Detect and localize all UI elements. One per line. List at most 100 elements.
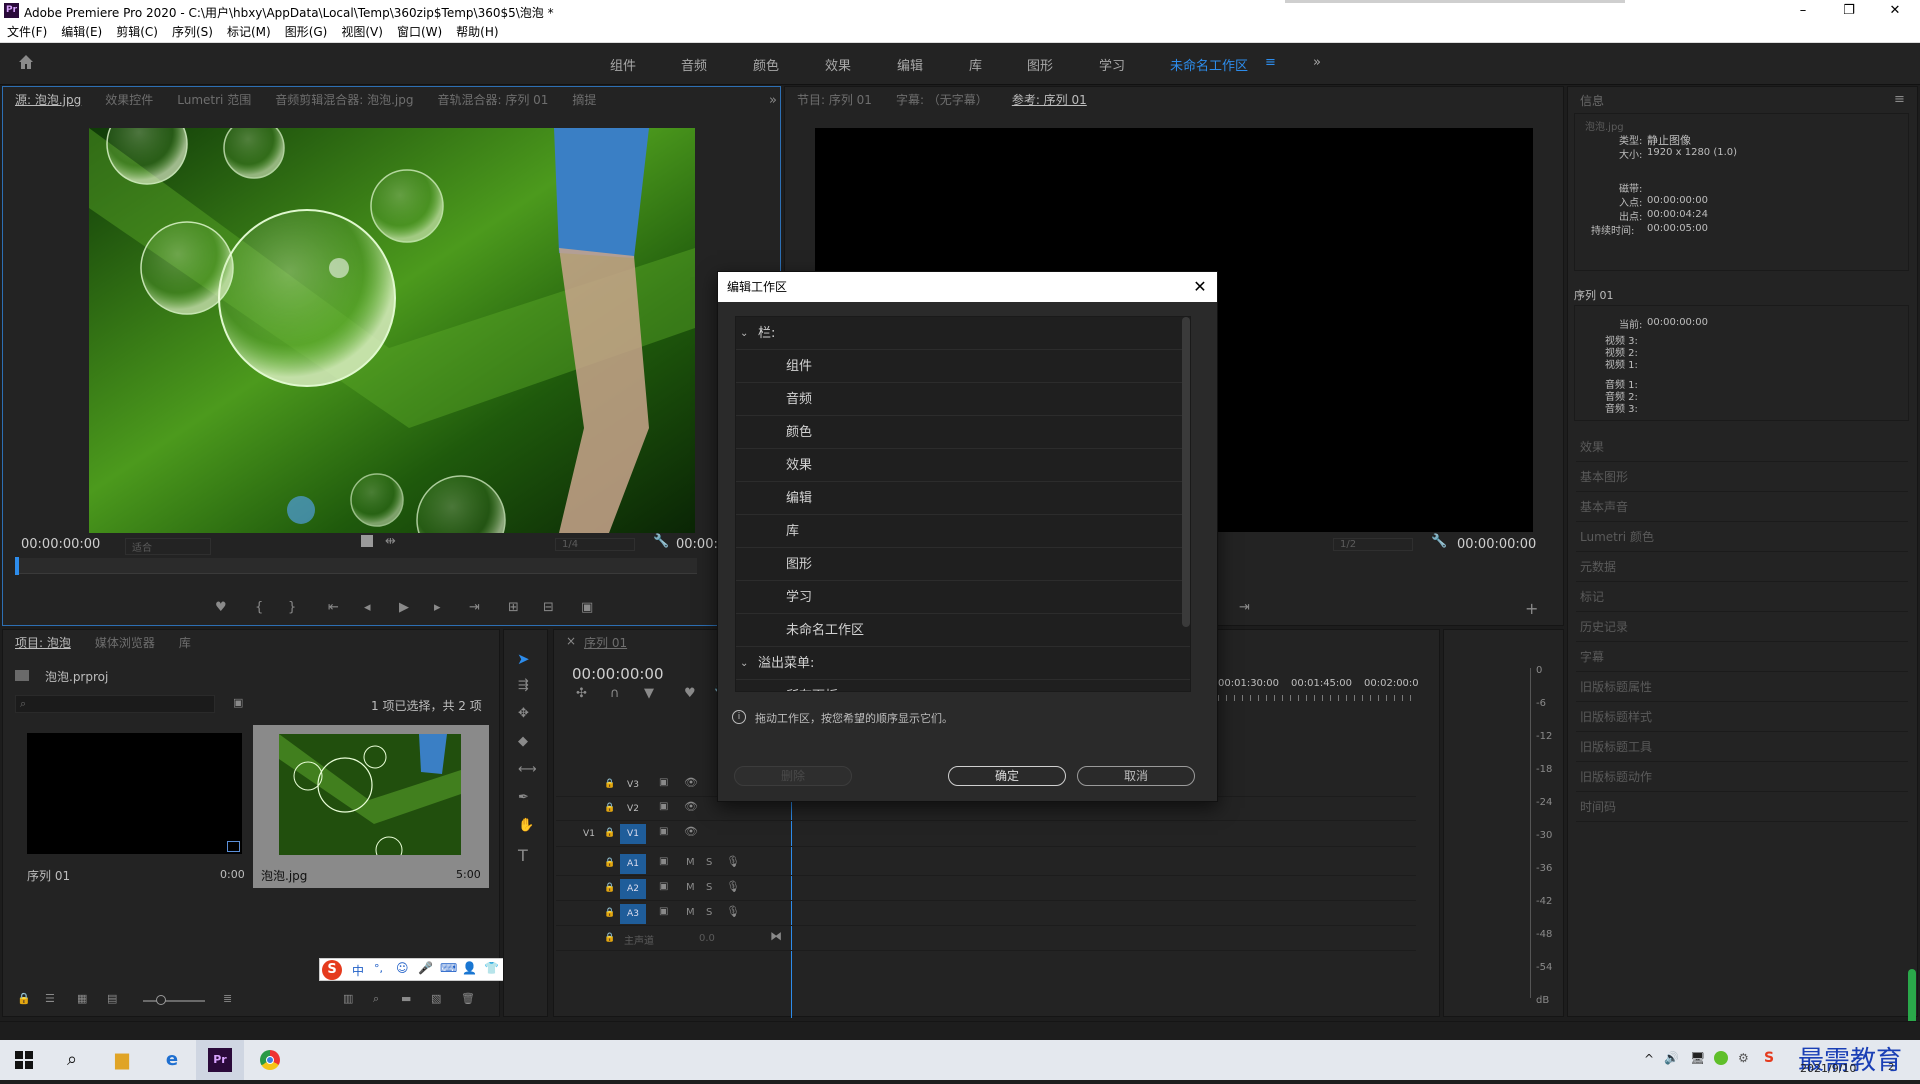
tab-media-browser[interactable]: 媒体浏览器 (95, 636, 155, 650)
workspace-list-item[interactable]: 所有面板 (736, 680, 1190, 691)
track-output-icon[interactable]: ▣ (659, 856, 668, 867)
scroll-indicator[interactable] (1908, 969, 1916, 1025)
workspace-list-item[interactable]: 颜色 (736, 416, 1190, 449)
lock-icon[interactable]: 🔒 (17, 992, 31, 1005)
settings-wrench-icon[interactable]: 🔧 (653, 534, 669, 549)
timeline-tab[interactable]: 序列 01 (584, 634, 627, 651)
workspace-tab-color[interactable]: 颜色 (753, 55, 779, 74)
project-search-input[interactable]: ⌕ (15, 695, 215, 713)
menu-sequence[interactable]: 序列(S) (165, 22, 220, 42)
track-lock-icon[interactable]: 🔒 (604, 803, 615, 813)
sort-icon[interactable]: ≣ (223, 992, 232, 1005)
linked-selection-icon[interactable]: ∩ (610, 686, 620, 701)
export-frame-icon[interactable]: ▣ (581, 600, 593, 615)
source-ratio-select[interactable]: 1/4 (555, 538, 635, 551)
info-menu-icon[interactable]: ≡ (1894, 92, 1905, 107)
tab-project[interactable]: 项目: 泡泡 (15, 636, 71, 650)
panel-captions[interactable]: 字幕 (1576, 642, 1908, 672)
ime-punctuation-icon[interactable]: °, (374, 962, 383, 975)
windows-start-icon[interactable] (0, 1040, 48, 1080)
timeline-close-icon[interactable]: × (566, 634, 576, 648)
panel-legacy-title-styles[interactable]: 旧版标题样式 (1576, 702, 1908, 732)
workspace-list-item[interactable]: 未命名工作区 (736, 614, 1190, 647)
workspace-list-item[interactable]: 库 (736, 515, 1190, 548)
premiere-taskbar-icon[interactable]: Pr (196, 1040, 244, 1080)
track-output-icon[interactable]: ▣ (659, 777, 668, 788)
panel-legacy-title-actions[interactable]: 旧版标题动作 (1576, 762, 1908, 792)
track-select-tool-icon[interactable]: ⇶ (518, 678, 529, 693)
workspace-tab-assembly[interactable]: 组件 (610, 55, 636, 74)
program-timecode[interactable]: 00:00:00:00 (1457, 537, 1536, 552)
eye-icon[interactable]: 👁 (684, 825, 698, 838)
panel-essential-sound[interactable]: 基本声音 (1576, 492, 1908, 522)
ime-emoji-icon[interactable]: ☺ (396, 961, 409, 975)
tab-reference[interactable]: 参考: 序列 01 (1012, 93, 1087, 107)
minimize-button[interactable]: – (1780, 0, 1826, 22)
step-back-icon[interactable]: ◂ (364, 600, 371, 615)
panel-legacy-title-properties[interactable]: 旧版标题属性 (1576, 672, 1908, 702)
delete-button[interactable]: 删除 (734, 766, 852, 786)
tab-source[interactable]: 源: 泡泡.jpg (15, 93, 81, 107)
cancel-button[interactable]: 取消 (1077, 766, 1195, 786)
insert-icon[interactable]: ⊞ (508, 600, 519, 615)
track-v1-label[interactable]: V1 (620, 824, 646, 844)
track-a3-label[interactable]: A3 (620, 904, 646, 924)
add-marker-icon[interactable]: ♥ (215, 600, 227, 615)
timeline-timecode[interactable]: 00:00:00:00 (572, 665, 664, 683)
new-bin-icon[interactable]: ▬ (401, 992, 411, 1005)
volume-icon[interactable]: 🔊 (1664, 1051, 1679, 1065)
menu-view[interactable]: 视图(V) (334, 22, 390, 42)
workspace-tab-untitled[interactable]: 未命名工作区 (1170, 55, 1248, 74)
menu-marker[interactable]: 标记(M) (220, 22, 278, 42)
source-time-ruler[interactable] (15, 558, 697, 574)
track-a2-label[interactable]: A2 (620, 879, 646, 899)
program-settings-wrench-icon[interactable]: 🔧 (1431, 534, 1447, 549)
ok-button[interactable]: 确定 (948, 766, 1066, 786)
workspace-list-item[interactable]: 效果 (736, 449, 1190, 482)
hand-tool-icon[interactable]: ✋ (518, 818, 534, 833)
workspace-overflow-icon[interactable]: » (1313, 55, 1321, 70)
microphone-icon[interactable]: 🎙 (726, 880, 740, 893)
ime-keyboard-icon[interactable]: ⌨ (440, 961, 457, 975)
eye-icon[interactable]: 👁 (684, 800, 698, 813)
go-to-end-icon[interactable]: ⧓ (770, 929, 782, 943)
panel-history[interactable]: 历史记录 (1576, 612, 1908, 642)
menu-help[interactable]: 帮助(H) (449, 22, 505, 42)
play-icon[interactable]: ▶ (399, 600, 409, 615)
list-view-icon[interactable]: ☰ (45, 992, 55, 1005)
pen-tool-icon[interactable]: ✒ (518, 790, 529, 805)
drag-video-icon[interactable]: ⇹ (385, 534, 396, 549)
panel-effects[interactable]: 效果 (1576, 432, 1908, 462)
track-output-icon[interactable]: ▣ (659, 906, 668, 917)
close-button[interactable]: ✕ (1872, 0, 1918, 22)
notification-count[interactable]: 2 (1888, 1062, 1894, 1073)
dialog-close-icon[interactable]: ✕ (1189, 276, 1211, 298)
project-item-sequence[interactable]: 序列 01 0:00 (15, 725, 251, 888)
slip-tool-icon[interactable]: ⟷ (518, 762, 537, 777)
menu-clip[interactable]: 剪辑(C) (109, 22, 165, 42)
mark-in-icon[interactable]: { (255, 600, 263, 615)
mark-out-icon[interactable]: } (288, 600, 296, 615)
overwrite-icon[interactable]: ⊟ (543, 600, 554, 615)
workspace-list-item[interactable]: 图形 (736, 548, 1190, 581)
solo-icon[interactable]: S (706, 882, 712, 893)
add-marker-timeline-icon[interactable]: ▼ (644, 686, 654, 701)
workspace-menu-icon[interactable]: ≡ (1265, 55, 1276, 70)
ime-user-icon[interactable]: 👤 (462, 961, 477, 975)
track-output-icon[interactable]: ▣ (659, 826, 668, 837)
program-ratio-select[interactable]: 1/2 (1333, 538, 1413, 551)
go-to-in-icon[interactable]: ⇤ (328, 600, 339, 615)
tab-program[interactable]: 节目: 序列 01 (797, 93, 872, 107)
selection-tool-icon[interactable]: ➤ (517, 650, 530, 668)
security-tray-icon[interactable] (1714, 1051, 1728, 1065)
track-lock-icon[interactable]: 🔒 (604, 883, 615, 893)
workspace-tab-effects[interactable]: 效果 (825, 55, 851, 74)
mute-icon[interactable]: M (686, 882, 695, 893)
timeline-marker-icon[interactable]: ♥ (684, 686, 696, 701)
overflow-section-header[interactable]: ⌄ 溢出菜单: (736, 647, 1190, 680)
menu-graphics[interactable]: 图形(G) (278, 22, 335, 42)
source-fit-select[interactable]: 适合 (125, 538, 211, 555)
ime-voice-icon[interactable]: 🎤 (418, 961, 433, 975)
tab-libraries[interactable]: 库 (179, 636, 191, 650)
track-lock-icon[interactable]: 🔒 (604, 779, 615, 789)
